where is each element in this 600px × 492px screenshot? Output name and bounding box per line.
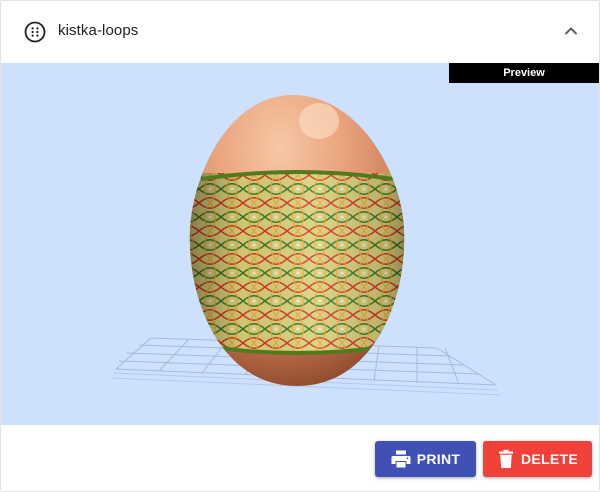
- dots-circle-icon: [24, 21, 46, 43]
- kistka-loops-pattern: [189, 170, 405, 355]
- delete-label: DELETE: [520, 451, 578, 467]
- print-button[interactable]: PRINT: [375, 441, 476, 477]
- design-card: kistka-loops Preview PRINT DELETE: [0, 0, 600, 492]
- egg-scene: [110, 95, 502, 396]
- printer-icon: [391, 450, 411, 468]
- delete-button[interactable]: DELETE: [483, 441, 592, 477]
- card-header[interactable]: kistka-loops: [1, 1, 599, 63]
- 3d-preview-viewer[interactable]: Preview: [1, 63, 599, 425]
- preview-badge: Preview: [449, 63, 599, 83]
- card-actions: PRINT DELETE: [1, 425, 599, 491]
- print-label: PRINT: [416, 451, 461, 467]
- chevron-up-icon[interactable]: [559, 19, 583, 43]
- trash-icon: [498, 449, 513, 468]
- design-title: kistka-loops: [58, 22, 139, 39]
